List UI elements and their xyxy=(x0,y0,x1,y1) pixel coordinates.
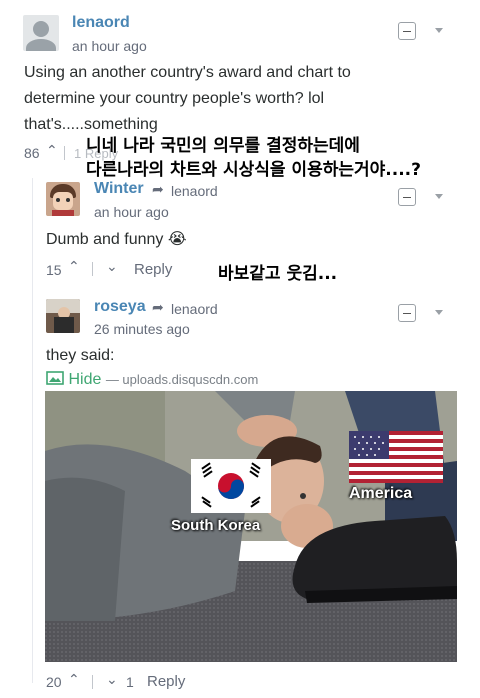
upvote-count: 20 xyxy=(46,674,62,690)
vote-separator xyxy=(92,675,93,689)
downvote-icon[interactable]: ⌄ xyxy=(106,671,118,688)
image-icon xyxy=(46,371,64,385)
collapse-button[interactable] xyxy=(398,304,416,322)
comment-text-line: Using an another country's award and cha… xyxy=(24,64,351,81)
downvote-icon[interactable]: ⌄ xyxy=(106,258,118,275)
reply-button[interactable]: Reply xyxy=(147,673,185,690)
meme-image[interactable]: South Korea America xyxy=(45,391,457,662)
reply-button[interactable]: Reply xyxy=(134,261,172,278)
upvote-icon[interactable]: ⌃ xyxy=(46,142,58,159)
overlay-korean-line1: 니네 나라 국민의 의무를 결정하는데에 xyxy=(86,136,360,156)
comment-username[interactable]: Winter xyxy=(94,180,144,198)
upvote-count: 86 xyxy=(24,145,40,161)
avatar[interactable] xyxy=(23,15,59,51)
comment-text-line: determine your country people's worth? l… xyxy=(24,90,325,107)
vote-separator xyxy=(64,146,65,160)
comment-timestamp[interactable]: an hour ago xyxy=(72,38,147,54)
meme-label-america: America xyxy=(349,485,413,502)
image-source: — uploads.disquscdn.com xyxy=(105,372,259,387)
south-korea-flag-icon xyxy=(191,459,271,513)
comment-body: Using an another country's award and cha… xyxy=(24,60,464,138)
usa-flag-icon xyxy=(349,431,443,483)
reply-to-username[interactable]: lenaord xyxy=(171,183,218,199)
comment-username[interactable]: roseya xyxy=(94,298,146,316)
upvote-icon[interactable]: ⌃ xyxy=(68,258,80,275)
thread-line xyxy=(32,178,33,683)
reply-arrow-icon: ➦ xyxy=(152,181,164,197)
avatar[interactable] xyxy=(46,299,80,333)
overlay-korean-line3: 바보같고 웃김... xyxy=(218,264,338,284)
meme-label-south-korea: South Korea xyxy=(171,517,261,534)
menu-caret-icon[interactable] xyxy=(435,310,443,315)
overlay-korean-line2: 다른나라의 차트와 시상식을 이용하는거야....? xyxy=(86,160,421,180)
comment-timestamp[interactable]: 26 minutes ago xyxy=(94,321,190,337)
reply-arrow-icon: ➦ xyxy=(152,299,164,315)
avatar[interactable] xyxy=(46,182,80,216)
collapse-button[interactable] xyxy=(398,188,416,206)
image-toggle[interactable]: Hide — uploads.disquscdn.com xyxy=(46,370,258,389)
comment-timestamp[interactable]: an hour ago xyxy=(94,204,169,220)
comment-text: Dumb and funny xyxy=(46,231,164,248)
collapse-button[interactable] xyxy=(398,22,416,40)
hide-link[interactable]: Hide xyxy=(68,371,101,388)
downvote-count: 1 xyxy=(126,674,134,690)
menu-caret-icon[interactable] xyxy=(435,28,443,33)
upvote-icon[interactable]: ⌃ xyxy=(68,671,80,688)
menu-caret-icon[interactable] xyxy=(435,194,443,199)
comment-body: Dumb and funny 😭 xyxy=(46,226,187,253)
reply-to-username[interactable]: lenaord xyxy=(171,301,218,317)
vote-separator xyxy=(92,262,93,276)
upvote-count: 15 xyxy=(46,262,62,278)
comment-username[interactable]: lenaord xyxy=(72,14,130,32)
comment-text: they said: xyxy=(46,347,115,364)
crying-emoji-icon: 😭 xyxy=(167,229,187,248)
